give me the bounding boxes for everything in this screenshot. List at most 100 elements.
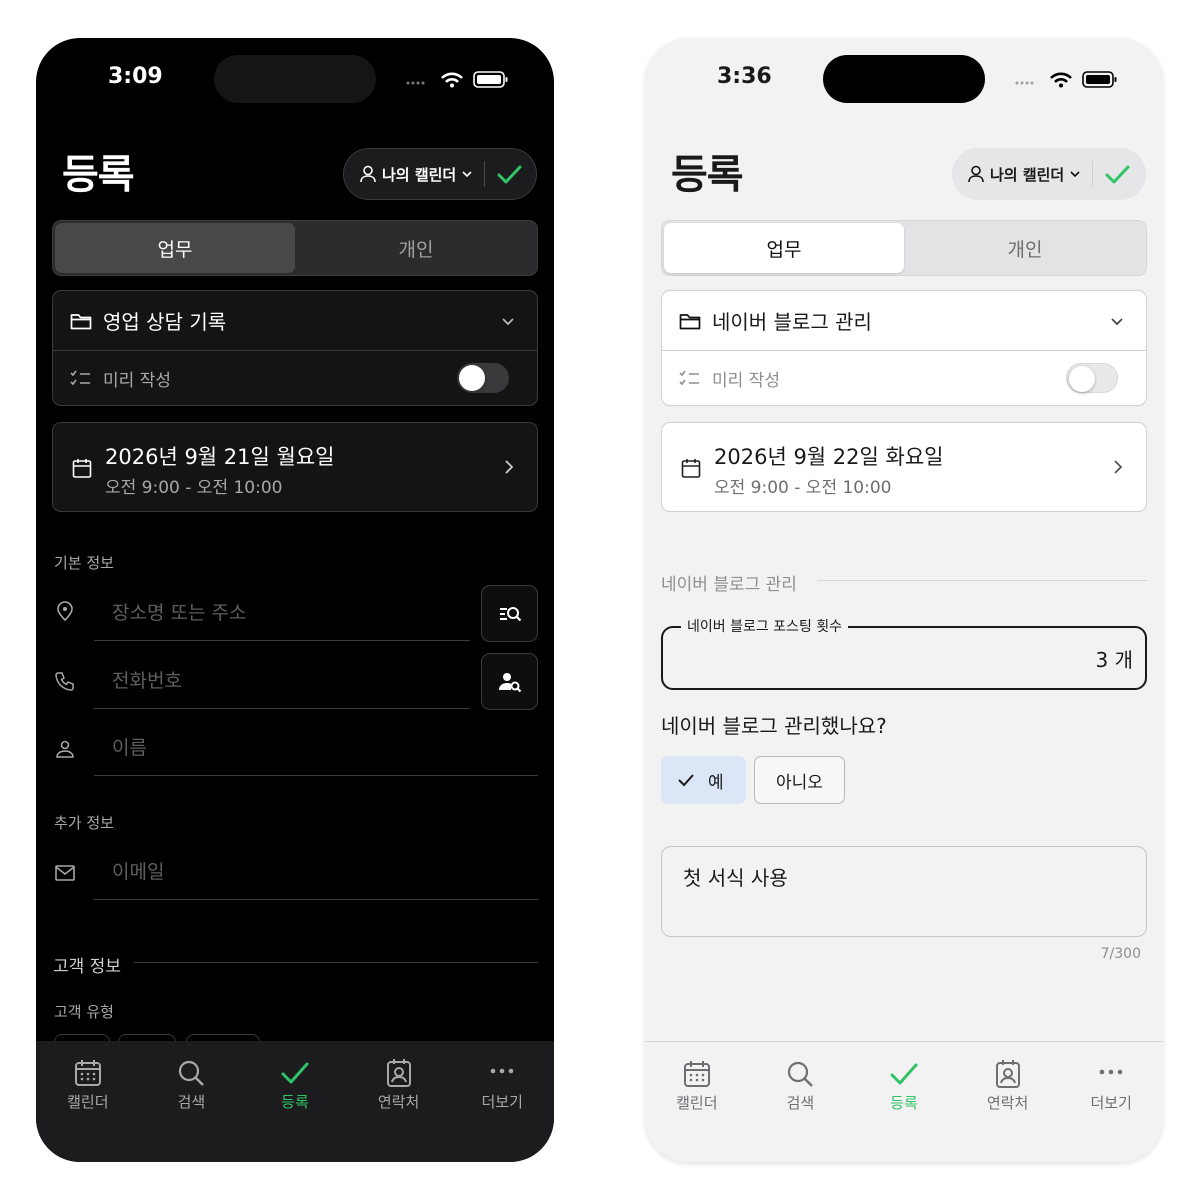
calendar-icon xyxy=(74,1060,101,1086)
contacts-icon xyxy=(995,1060,1020,1088)
tab-search[interactable]: 검색 xyxy=(140,1041,244,1162)
place-input[interactable]: 장소명 또는 주소 xyxy=(94,583,470,641)
date-card[interactable]: 2026년 9월 21일 월요일 오전 9:00 - 오전 10:00 xyxy=(52,422,538,512)
date-card[interactable]: 2026년 9월 22일 화요일 오전 9:00 - 오전 10:00 xyxy=(661,422,1147,512)
calendar-label: 나의 캘린더 xyxy=(990,165,1065,184)
tab-work[interactable]: 업무 xyxy=(664,223,904,273)
checklist-icon xyxy=(70,370,90,385)
tab-personal[interactable]: 개인 xyxy=(905,223,1145,273)
check-icon xyxy=(890,1063,918,1085)
calendar-icon xyxy=(683,1061,710,1087)
search-icon xyxy=(179,1060,205,1086)
tab-calendar[interactable]: 캘린더 xyxy=(645,1042,749,1162)
basic-info-label: 기본 정보 xyxy=(54,554,114,572)
yes-button[interactable]: 예 xyxy=(661,756,746,804)
date-main: 2026년 9월 21일 월요일 xyxy=(105,445,335,469)
section-divider xyxy=(134,962,538,963)
calendar-icon xyxy=(72,459,92,478)
page-title: 등록 xyxy=(671,152,744,198)
tab-label: 검색 xyxy=(177,1093,206,1111)
dynamic-island xyxy=(823,55,985,103)
chevron-right-icon xyxy=(1114,460,1123,474)
calendar-selector[interactable]: 나의 캘린더 xyxy=(343,148,537,200)
pill-divider xyxy=(1092,161,1094,187)
draft-label: 미리 작성 xyxy=(103,371,171,391)
draft-toggle[interactable] xyxy=(457,363,509,393)
char-counter: 7/300 xyxy=(1100,946,1141,962)
user-icon xyxy=(968,165,984,183)
phone-light: 3:36 등록 나의 캘린더 업무 개인 네이버 블로그 관리 미리 작성 20… xyxy=(645,38,1163,1162)
status-time: 3:36 xyxy=(717,64,772,89)
checklist-icon xyxy=(679,370,699,385)
memo-textarea[interactable] xyxy=(661,846,1147,937)
tab-register[interactable]: 등록 xyxy=(852,1042,956,1162)
toggle-knob xyxy=(459,365,485,391)
contacts-icon xyxy=(386,1059,411,1087)
draft-toggle[interactable] xyxy=(1066,363,1118,393)
tab-more[interactable]: 더보기 xyxy=(1059,1042,1163,1162)
tab-label: 캘린더 xyxy=(67,1093,109,1111)
email-input[interactable]: 이메일 xyxy=(94,842,538,900)
tab-label: 등록 xyxy=(890,1094,918,1112)
chevron-down-icon xyxy=(462,171,472,178)
person-search-icon xyxy=(498,672,521,692)
person-icon xyxy=(56,740,74,758)
folder-icon xyxy=(70,313,92,329)
type-segmented-control: 업무 개인 xyxy=(661,220,1147,276)
category-card: 영업 상담 기록 미리 작성 xyxy=(52,290,538,406)
tab-label: 검색 xyxy=(786,1094,815,1112)
draft-row: 미리 작성 xyxy=(662,351,1146,406)
type-segmented-control: 업무 개인 xyxy=(52,220,538,276)
status-time: 3:09 xyxy=(108,64,163,89)
calendar-selector[interactable]: 나의 캘린더 xyxy=(952,148,1146,200)
tab-personal[interactable]: 개인 xyxy=(296,223,536,273)
tab-contacts[interactable]: 연락처 xyxy=(347,1041,451,1162)
place-search-button[interactable] xyxy=(481,585,538,642)
category-name: 네이버 블로그 관리 xyxy=(712,310,872,334)
chevron-down-icon xyxy=(1111,318,1123,326)
status-icons xyxy=(406,71,508,88)
phone-input[interactable]: 전화번호 xyxy=(94,651,470,709)
draft-label: 미리 작성 xyxy=(712,371,780,391)
phone-icon xyxy=(55,672,74,691)
extra-info-label: 추가 정보 xyxy=(54,814,114,832)
calendar-label: 나의 캘린더 xyxy=(382,165,457,184)
date-time: 오전 9:00 - 오전 10:00 xyxy=(714,478,892,498)
no-button[interactable]: 아니오 xyxy=(754,756,845,804)
tab-search[interactable]: 검색 xyxy=(749,1042,853,1162)
tab-label: 연락처 xyxy=(377,1093,420,1111)
section-divider xyxy=(817,580,1147,581)
chevron-down-icon xyxy=(1070,171,1080,178)
name-input[interactable]: 이름 xyxy=(94,718,538,776)
tab-label: 더보기 xyxy=(481,1093,523,1111)
group-title: 네이버 블로그 관리 xyxy=(661,575,797,595)
tab-contacts[interactable]: 연락처 xyxy=(956,1042,1060,1162)
category-selector[interactable]: 네이버 블로그 관리 xyxy=(662,291,1146,351)
confirm-check-icon[interactable] xyxy=(494,159,524,189)
chevron-right-icon xyxy=(505,460,514,474)
confirm-check-icon[interactable] xyxy=(1102,159,1132,189)
check-icon xyxy=(678,774,694,787)
category-card: 네이버 블로그 관리 미리 작성 xyxy=(661,290,1147,406)
tab-calendar[interactable]: 캘린더 xyxy=(36,1041,140,1162)
category-name: 영업 상담 기록 xyxy=(103,310,227,334)
calendar-icon xyxy=(681,459,701,478)
chevron-down-icon xyxy=(502,318,514,326)
check-icon xyxy=(281,1062,309,1084)
tab-work[interactable]: 업무 xyxy=(55,223,295,273)
tab-label: 연락처 xyxy=(986,1094,1029,1112)
category-selector[interactable]: 영업 상담 기록 xyxy=(53,291,537,351)
tab-bar: 캘린더 검색 등록 연락처 더보기 xyxy=(645,1041,1163,1162)
tab-label: 더보기 xyxy=(1090,1094,1132,1112)
date-main: 2026년 9월 22일 화요일 xyxy=(714,445,944,469)
folder-icon xyxy=(679,313,701,329)
phone-dark: 3:09 등록 나의 캘린더 업무 개인 영업 상담 기록 미리 작성 2026… xyxy=(36,38,554,1162)
dynamic-island xyxy=(214,55,376,103)
posting-count-value: 3 개 xyxy=(1095,648,1133,672)
contact-search-button[interactable] xyxy=(481,653,538,710)
tab-more[interactable]: 더보기 xyxy=(450,1041,554,1162)
tab-register[interactable]: 등록 xyxy=(243,1041,347,1162)
list-search-icon xyxy=(499,606,521,621)
posting-count-label: 네이버 블로그 포스팅 횟수 xyxy=(681,616,849,636)
customer-info-label: 고객 정보 xyxy=(53,957,121,977)
